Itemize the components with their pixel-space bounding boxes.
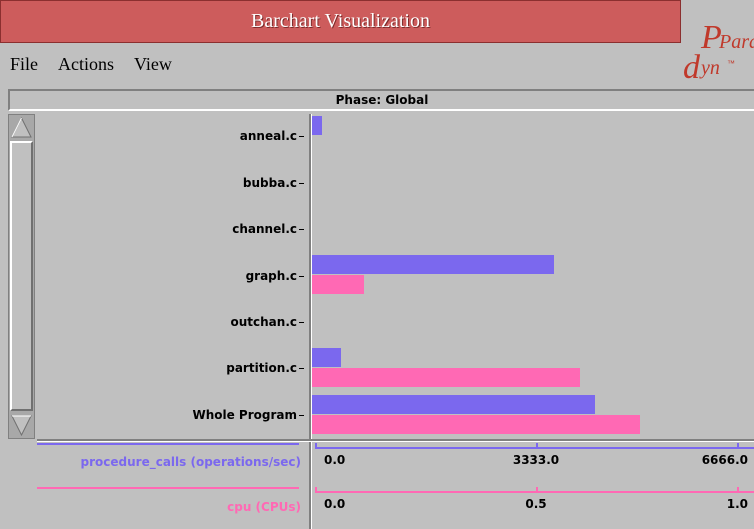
axis-tick-mark (536, 487, 538, 493)
category-label: channel.c (232, 222, 304, 236)
menu-file[interactable]: File (0, 54, 48, 75)
axis-tick-label: 0.0 (324, 497, 346, 511)
window-title: Barchart Visualization (251, 10, 430, 32)
category-label: outchan.c (231, 315, 305, 329)
axis-tick-label: 1.0 (726, 497, 748, 511)
bar-cpu (312, 275, 364, 295)
axis-tick-mark (737, 487, 739, 493)
axis-cpu: 0.0 0.5 1.0 (312, 485, 754, 529)
axis-baseline (315, 447, 754, 449)
axis-tick-mark (315, 443, 317, 449)
axis-tick-label: 0.5 (525, 497, 547, 511)
axis-tick-mark (737, 443, 739, 449)
menu-bar: File Actions View (0, 43, 681, 86)
paradyn-logo: P Para d yn ™ (681, 0, 754, 86)
axis-tick-mark (536, 443, 538, 449)
logo-text-line2: yn (699, 57, 720, 79)
window-title-bar[interactable]: Barchart Visualization (0, 0, 681, 43)
category-label: graph.c (246, 269, 304, 283)
logo-letter-d: d (683, 49, 701, 86)
category-label: bubba.c (243, 176, 304, 190)
axis-legend-line-procedure-calls (37, 443, 299, 445)
category-label: partition.c (226, 361, 304, 375)
menu-view[interactable]: View (124, 54, 182, 75)
axis-tick-label: 6666.0 (701, 453, 748, 467)
bar-procedure-calls (312, 116, 322, 135)
menu-actions[interactable]: Actions (48, 54, 124, 75)
category-label-pane: anneal.c bubba.c channel.c graph.c outchan.c… (37, 114, 309, 439)
axis-tick-label: 0.0 (324, 453, 346, 467)
scroll-up-arrow-icon[interactable] (10, 116, 33, 139)
axis-procedure-calls: 0.0 3333.0 6666.0 (312, 441, 754, 485)
axis-label-cpu: cpu (CPUs) (227, 500, 301, 514)
scroll-down-arrow-icon[interactable] (10, 414, 33, 437)
bar-procedure-calls (312, 394, 595, 414)
scroll-thumb[interactable] (10, 141, 33, 411)
category-label: Whole Program (192, 408, 304, 422)
axis-label-procedure-calls: procedure_calls (operations/sec) (80, 455, 301, 469)
bar-procedure-calls (312, 348, 341, 368)
axis-tick-label: 3333.0 (512, 453, 560, 467)
bar-procedure-calls (312, 255, 554, 275)
vertical-scrollbar[interactable] (8, 114, 35, 439)
bar-cpu (312, 368, 580, 388)
phase-label: Phase: Global (335, 93, 429, 107)
bar-plot-area (312, 114, 754, 439)
axis-tick-mark (315, 487, 317, 493)
phase-header: Phase: Global (8, 89, 754, 111)
category-label: anneal.c (240, 129, 304, 143)
bar-cpu (312, 414, 640, 434)
axis-baseline (315, 491, 754, 493)
logo-text-line1: Para (718, 31, 754, 53)
axis-legend-line-cpu (37, 487, 299, 489)
logo-tm: ™ (727, 59, 735, 68)
